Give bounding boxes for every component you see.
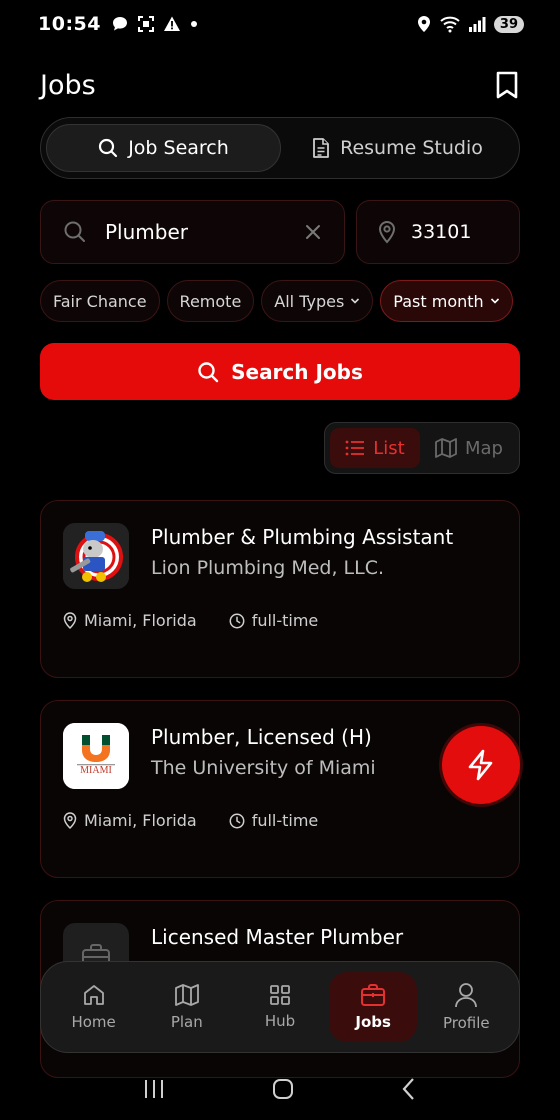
back-icon[interactable] [400, 1077, 418, 1101]
job-location-text: Miami, Florida [84, 811, 197, 830]
nav-label: Hub [264, 1012, 296, 1030]
location-pin-icon [378, 220, 396, 244]
status-icons-left [111, 15, 199, 33]
grid-icon [270, 985, 290, 1005]
filter-label: Past month [393, 291, 484, 311]
job-meta: Miami, Florida full-time [63, 611, 318, 630]
person-icon [455, 983, 478, 1008]
location-pin-icon [63, 612, 77, 629]
plumber-mascot-logo-image [63, 523, 129, 589]
view-tab-list-label: List [373, 437, 405, 459]
screenshot-icon [137, 16, 154, 32]
lightning-icon [468, 749, 493, 781]
filter-past-month[interactable]: Past month [380, 280, 513, 322]
map-icon [435, 438, 457, 458]
filter-label: Remote [179, 291, 242, 311]
logo-text: MIAMI [80, 765, 112, 776]
nav-item-profile[interactable]: Profile [422, 972, 510, 1042]
chevron-down-icon [490, 298, 499, 304]
view-tab-map-label: Map [465, 437, 503, 459]
job-location-text: Miami, Florida [84, 611, 197, 630]
university-of-miami-logo: MIAMI [63, 723, 129, 789]
signal-icon [468, 17, 486, 32]
keyword-input[interactable]: Plumber [105, 220, 304, 244]
job-company: Lion Plumbing Med, LLC. [151, 557, 385, 579]
job-location: Miami, Florida [63, 611, 197, 630]
close-icon[interactable] [304, 223, 322, 241]
job-title: Plumber & Plumbing Assistant [151, 525, 454, 549]
page-title: Jobs [40, 69, 96, 101]
warning-icon [163, 16, 180, 31]
status-bar: 10:54 39 [0, 0, 560, 48]
filter-label: All Types [274, 291, 345, 311]
filter-all-types[interactable]: All Types [261, 280, 374, 322]
nav-label: Jobs [355, 1013, 391, 1031]
bottom-nav: Home Plan Hub Jobs Profile [40, 961, 520, 1053]
job-type: full-time [229, 611, 319, 630]
home-button-icon[interactable] [271, 1077, 295, 1101]
nav-label: Plan [170, 1013, 203, 1031]
nav-label: Profile [443, 1014, 490, 1032]
tab-job-search-label: Job Search [128, 137, 229, 159]
dot-icon [190, 21, 197, 27]
job-type-text: full-time [251, 811, 319, 830]
job-title: Licensed Master Plumber [151, 925, 404, 949]
job-company: The University of Miami [151, 757, 376, 779]
search-icon [198, 361, 219, 382]
wifi-icon [440, 16, 460, 33]
zip-search-field[interactable]: 33101 [356, 200, 520, 264]
nav-item-plan[interactable]: Plan [143, 972, 231, 1042]
document-icon [313, 138, 330, 158]
nav-label: Home [71, 1013, 116, 1031]
clock-icon [229, 813, 245, 828]
job-card[interactable]: MIAMI Plumber, Licensed (H) The Universi… [40, 700, 520, 878]
nav-item-hub[interactable]: Hub [236, 972, 324, 1042]
job-location: Miami, Florida [63, 811, 197, 830]
map-fold-icon [174, 984, 199, 1006]
search-icon [64, 221, 85, 242]
list-icon [345, 440, 365, 456]
nav-item-home[interactable]: Home [50, 972, 138, 1042]
battery-indicator: 39 [493, 15, 524, 33]
chat-bubble-icon [112, 17, 127, 31]
search-jobs-label: Search Jobs [231, 359, 363, 384]
status-left: 10:54 [38, 13, 199, 35]
job-meta: Miami, Florida full-time [63, 811, 318, 830]
quick-action-button[interactable] [442, 726, 520, 804]
plumber-mascot-logo [63, 523, 129, 589]
view-tab-map[interactable]: Map [424, 428, 514, 468]
recent-apps-icon[interactable] [142, 1078, 166, 1100]
tab-resume-studio[interactable]: Resume Studio [281, 124, 514, 172]
search-icon [99, 138, 118, 158]
clock-icon [229, 613, 245, 628]
bookmark-icon[interactable] [494, 71, 520, 99]
job-type-text: full-time [251, 611, 319, 630]
filter-row: Fair Chance Remote All Types Past month [40, 280, 520, 322]
status-right: 39 [416, 15, 524, 33]
briefcase-icon [361, 984, 386, 1006]
view-toggle: List Map [324, 422, 520, 474]
chevron-down-icon [351, 298, 360, 304]
university-of-miami-logo-image [63, 723, 129, 789]
job-card[interactable]: Plumber & Plumbing Assistant Lion Plumbi… [40, 500, 520, 678]
location-pin-icon [63, 812, 77, 829]
job-type: full-time [229, 811, 319, 830]
job-title: Plumber, Licensed (H) [151, 725, 372, 749]
mode-toggle: Job Search Resume Studio [40, 117, 520, 179]
zip-input[interactable]: 33101 [411, 221, 499, 243]
keyword-search-field[interactable]: Plumber [40, 200, 345, 264]
search-jobs-button[interactable]: Search Jobs [40, 343, 520, 400]
home-icon [83, 985, 104, 1005]
location-icon [417, 16, 430, 32]
filter-label: Fair Chance [53, 291, 147, 311]
system-nav-bar [0, 1058, 560, 1120]
header: Jobs [40, 62, 520, 108]
filter-remote[interactable]: Remote [166, 280, 255, 322]
view-tab-list[interactable]: List [330, 428, 420, 468]
filter-fair-chance[interactable]: Fair Chance [40, 280, 160, 322]
nav-item-jobs[interactable]: Jobs [329, 972, 418, 1042]
tab-job-search[interactable]: Job Search [46, 124, 281, 172]
tab-resume-studio-label: Resume Studio [340, 137, 483, 159]
status-time: 10:54 [38, 13, 101, 35]
